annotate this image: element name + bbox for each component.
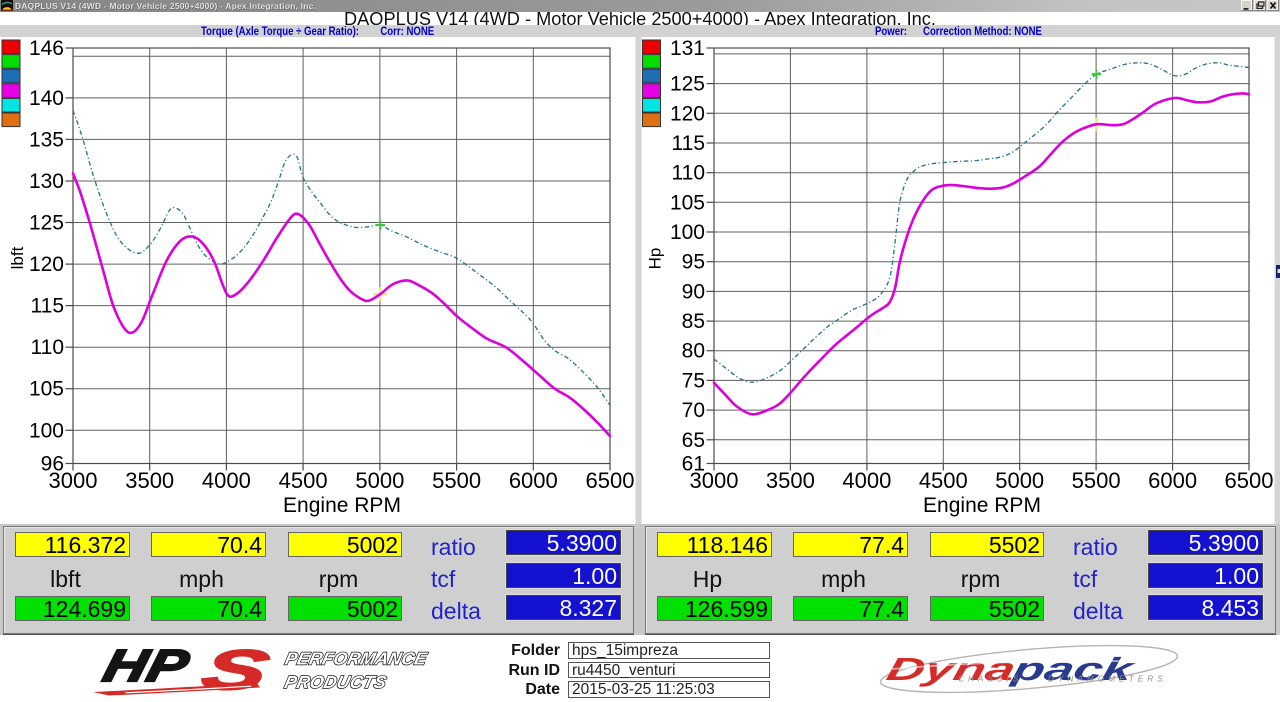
svg-text:65: 65 [682, 429, 705, 452]
svg-text:110: 110 [31, 336, 64, 359]
svg-text:Engine RPM: Engine RPM [923, 494, 1041, 517]
svg-text:CHASSIS: CHASSIS [958, 675, 1023, 684]
svg-text:6000: 6000 [509, 468, 558, 493]
svg-text:3000: 3000 [690, 468, 739, 493]
svg-text:140: 140 [29, 87, 64, 110]
svg-text:100: 100 [29, 419, 64, 442]
svg-text:120: 120 [29, 253, 64, 276]
svg-text:PRODUCTS: PRODUCTS [283, 672, 389, 692]
svg-text:131: 131 [670, 37, 705, 60]
svg-text:Hp: Hp [646, 248, 665, 270]
svg-text:4500: 4500 [279, 468, 328, 493]
svg-text:lbft: lbft [8, 246, 27, 269]
svg-text:95: 95 [682, 251, 705, 274]
svg-text:S: S [196, 639, 275, 701]
svg-text:4500: 4500 [919, 468, 968, 493]
svg-text:5500: 5500 [432, 468, 481, 493]
svg-text:DYNAMOMETERS: DYNAMOMETERS [1048, 675, 1167, 684]
svg-text:5500: 5500 [1072, 468, 1121, 493]
svg-text:5000: 5000 [995, 468, 1044, 493]
svg-text:3500: 3500 [125, 468, 174, 493]
svg-text:Engine RPM: Engine RPM [283, 494, 401, 517]
svg-text:115: 115 [672, 132, 705, 155]
svg-text:125: 125 [29, 212, 64, 235]
svg-text:100: 100 [670, 221, 705, 244]
svg-text:4000: 4000 [842, 468, 891, 493]
svg-text:3500: 3500 [766, 468, 815, 493]
svg-text:130: 130 [29, 170, 64, 193]
svg-text:6000: 6000 [1148, 468, 1197, 493]
svg-text:146: 146 [29, 37, 64, 60]
svg-text:HP: HP [98, 641, 194, 691]
svg-text:115: 115 [31, 295, 64, 318]
svg-text:5000: 5000 [355, 468, 404, 493]
svg-text:105: 105 [29, 378, 64, 401]
svg-text:PERFORMANCE: PERFORMANCE [283, 649, 430, 669]
svg-text:6500: 6500 [1225, 468, 1274, 493]
svg-text:90: 90 [682, 280, 705, 303]
svg-text:135: 135 [29, 128, 64, 151]
svg-text:105: 105 [670, 191, 705, 214]
svg-text:3000: 3000 [49, 468, 98, 493]
svg-text:125: 125 [670, 73, 705, 96]
svg-text:80: 80 [682, 340, 705, 363]
svg-text:6500: 6500 [586, 468, 635, 493]
svg-text:85: 85 [682, 310, 705, 333]
svg-text:4000: 4000 [202, 468, 251, 493]
svg-text:120: 120 [670, 102, 705, 125]
svg-text:75: 75 [682, 369, 705, 392]
svg-text:110: 110 [672, 162, 705, 185]
svg-text:70: 70 [682, 399, 705, 422]
